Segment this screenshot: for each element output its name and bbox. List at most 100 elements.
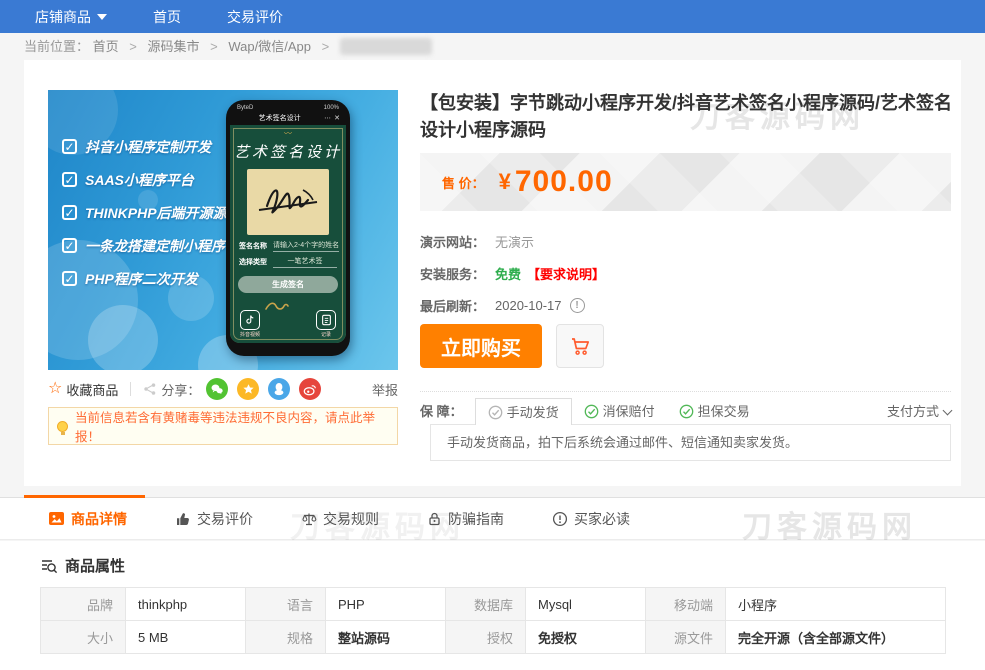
field-demo-site: 演示网站： 无演示 — [420, 232, 534, 251]
form-row-type: 选择类型 一笔艺术签 — [230, 256, 346, 268]
generate-signature-button[interactable]: 生成签名 — [238, 276, 338, 293]
bokeh-circle — [88, 305, 158, 370]
field-value: 免费 — [495, 264, 521, 283]
phone-mockup: ByteD 100% 艺术签名设计 ⋯ ✕ 〰 艺术签名设计 — [226, 100, 350, 356]
nav-trade-reviews[interactable]: 交易评价 — [227, 7, 283, 27]
attr-value-license: 免授权 — [526, 621, 646, 654]
favorite-button[interactable]: 收藏商品 — [66, 380, 118, 399]
tab-label: 商品详情 — [71, 509, 127, 529]
attr-value-spec: 整站源码 — [326, 621, 446, 654]
attr-label-language: 语言 — [246, 588, 326, 621]
tiktok-icon — [240, 310, 260, 330]
signature-stroke-icon — [253, 176, 323, 228]
tiktok-entry-label: 抖音视频 — [240, 331, 260, 338]
signature-preview — [247, 169, 329, 235]
info-icon[interactable]: ! — [570, 298, 585, 313]
breadcrumb-separator: > — [210, 39, 218, 54]
guarantee-tab-label: 担保交易 — [698, 398, 750, 425]
payment-methods-toggle[interactable]: 支付方式 — [887, 398, 951, 425]
requirements-link[interactable]: 【要求说明】 — [527, 264, 605, 283]
alert-circle-icon — [552, 511, 568, 527]
attr-value-brand: thinkphp — [126, 588, 246, 621]
guarantee-tab-escrow[interactable]: 担保交易 — [667, 398, 762, 425]
checkbox-icon — [62, 139, 77, 154]
detail-section: 商品属性 品牌 thinkphp 语言 PHP 数据库 Mysql 移动端 小程… — [0, 541, 985, 670]
tab-label: 交易评价 — [197, 509, 253, 529]
watermark: 刀客源码网 — [742, 502, 917, 546]
nav-home[interactable]: 首页 — [153, 7, 181, 27]
form-input[interactable]: 请输入2-4个字的姓名 — [273, 240, 339, 252]
promo-checklist-label: PHP程序二次开发 — [85, 269, 198, 289]
product-image[interactable]: 抖音小程序定制开发 SAAS小程序平台 THINKPHP后端开源源码 一条龙搭建… — [48, 90, 398, 370]
list-search-icon — [40, 557, 58, 575]
top-navbar: 店铺商品 首页 交易评价 — [0, 0, 985, 33]
attributes-table: 品牌 thinkphp 语言 PHP 数据库 Mysql 移动端 小程序 大小 … — [40, 587, 946, 654]
nav-shop-products-label: 店铺商品 — [35, 7, 91, 27]
weibo-share-icon[interactable] — [299, 378, 321, 400]
divider — [130, 382, 131, 396]
breadcrumb: 当前位置： 首页 > 源码集市 > Wap/微信/App > — [0, 33, 985, 60]
add-to-cart-button[interactable] — [556, 324, 604, 368]
attr-label-spec: 规格 — [246, 621, 326, 654]
attr-label-database: 数据库 — [446, 588, 526, 621]
field-install-service: 安装服务： 免费 【要求说明】 — [420, 264, 605, 283]
records-entry[interactable]: 记录 — [316, 310, 336, 338]
phone-status-bar: ByteD 100% — [230, 103, 346, 112]
breadcrumb-separator: > — [322, 39, 330, 54]
promo-checklist-item: THINKPHP后端开源源码 — [62, 196, 241, 229]
tab-product-details[interactable]: 商品详情 — [48, 509, 127, 529]
tab-label: 防骗指南 — [448, 509, 504, 529]
attributes-heading: 商品属性 — [40, 555, 125, 576]
buy-now-button[interactable]: 立即购买 — [420, 324, 542, 368]
document-icon — [316, 310, 336, 330]
warning-box: 当前信息若含有黄赌毒等违法违规不良内容，请点此举报！ — [48, 407, 398, 445]
form-select[interactable]: 一笔艺术签 — [273, 256, 337, 268]
attr-label-sourcefile: 源文件 — [646, 621, 726, 654]
checkbox-icon — [62, 172, 77, 187]
check-circle-icon — [584, 404, 599, 419]
breadcrumb-category[interactable]: Wap/微信/App — [228, 39, 311, 54]
star-icon: ☆ — [48, 381, 62, 397]
bulb-icon — [57, 421, 68, 432]
breadcrumb-separator: > — [129, 39, 137, 54]
attr-value-sourcefile: 完全开源（含全部源文件） — [726, 621, 946, 654]
tab-trade-rules[interactable]: 交易规则 — [301, 509, 379, 529]
records-entry-label: 记录 — [316, 331, 336, 338]
nav-shop-products[interactable]: 店铺商品 — [35, 7, 107, 27]
tab-anti-fraud-guide[interactable]: 防骗指南 — [427, 509, 504, 529]
promo-checklist-label: SAAS小程序平台 — [85, 170, 194, 190]
guarantee-tab-consumer-protection[interactable]: 消保赔付 — [572, 398, 667, 425]
promo-checklist-label: 一条龙搭建定制小程序 — [85, 236, 225, 256]
form-label: 选择类型 — [239, 257, 267, 267]
tiktok-entry[interactable]: 抖音视频 — [240, 310, 260, 338]
field-value: 2020-10-17 — [495, 298, 562, 313]
gold-swirl-icon: 〰 — [230, 130, 346, 138]
guarantee-tab-label: 手动发货 — [507, 399, 559, 426]
detail-tabstrip: 刀客源码网 刀客源码网 商品详情 交易评价 交易规则 防骗指南 — [0, 497, 985, 540]
qzone-share-icon[interactable] — [237, 378, 259, 400]
breadcrumb-market[interactable]: 源码集市 — [148, 39, 200, 54]
wechat-share-icon[interactable] — [206, 378, 228, 400]
app-heading: 艺术签名设计 — [230, 141, 346, 162]
attributes-heading-label: 商品属性 — [65, 555, 125, 576]
warning-text[interactable]: 当前信息若含有黄赌毒等违法违规不良内容，请点此举报！ — [75, 407, 389, 445]
guarantee-note: 手动发货商品，拍下后系统会通过邮件、短信通知卖家发货。 — [430, 424, 951, 461]
chevron-down-icon — [943, 405, 953, 415]
divider — [420, 391, 951, 392]
phone-close-icon: ✕ — [334, 114, 341, 122]
report-link[interactable]: 举报 — [372, 380, 398, 399]
guarantee-tab-manual-delivery[interactable]: 手动发货 — [475, 398, 572, 425]
breadcrumb-home[interactable]: 首页 — [93, 39, 119, 54]
scales-icon — [301, 511, 317, 527]
promo-checklist-label: 抖音小程序定制开发 — [85, 137, 211, 157]
promo-checklist-item: 抖音小程序定制开发 — [62, 130, 241, 163]
guarantee-label: 保 障： — [420, 398, 463, 425]
breadcrumb-censored-item — [340, 38, 432, 55]
tab-buyer-must-read[interactable]: 买家必读 — [552, 509, 630, 529]
promo-checklist: 抖音小程序定制开发 SAAS小程序平台 THINKPHP后端开源源码 一条龙搭建… — [62, 130, 241, 295]
currency-symbol: ¥ — [499, 169, 511, 195]
qq-share-icon[interactable] — [268, 378, 290, 400]
tab-trade-reviews[interactable]: 交易评价 — [175, 509, 253, 529]
price-value: 700.00 — [515, 165, 613, 199]
form-row-name: 签名名称 请输入2-4个字的姓名 — [230, 240, 346, 252]
